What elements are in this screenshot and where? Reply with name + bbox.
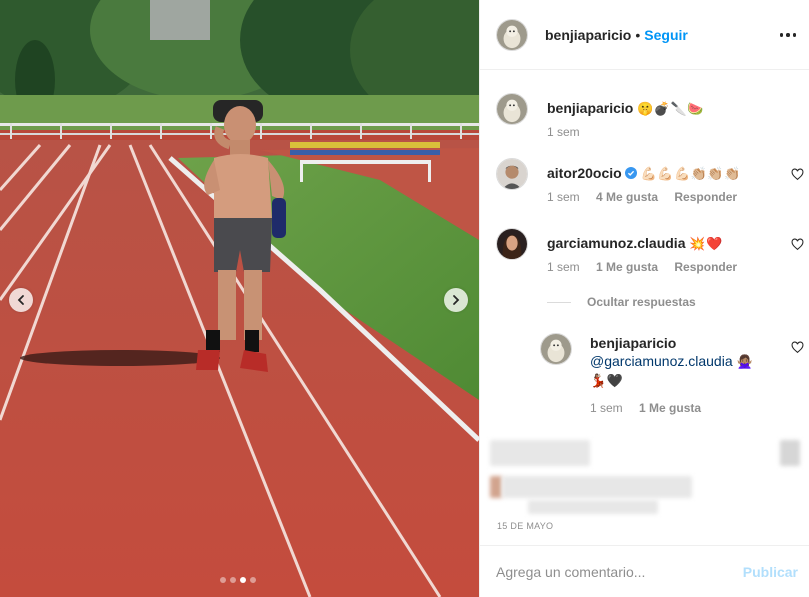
hide-replies-button[interactable]: Ocultar respuestas xyxy=(547,295,696,309)
comments-list[interactable]: benjiaparicio 🤫💣🔪🍉 1 sem aitor20ocio 💪🏻💪… xyxy=(480,71,809,431)
caption-time[interactable]: 1 sem xyxy=(547,125,580,139)
comment: aitor20ocio 💪🏻💪🏻💪🏻👏🏼👏🏼👏🏼 1 sem 4 Me gust… xyxy=(496,158,804,208)
reply-text-2: 💃🏽🖤 xyxy=(590,373,624,388)
commenter-username[interactable]: aitor20ocio xyxy=(547,165,622,181)
comment-likes[interactable]: 1 Me gusta xyxy=(596,260,658,274)
carousel-dot[interactable] xyxy=(230,577,236,583)
instagram-post-modal: benjiaparicio • Seguir benjiaparicio 🤫💣🔪… xyxy=(0,0,809,597)
chevron-left-icon xyxy=(17,295,24,305)
carousel-indicator xyxy=(220,577,256,583)
caption-text: 🤫💣🔪🍉 xyxy=(637,101,704,116)
caption-username[interactable]: benjiaparicio xyxy=(547,100,633,116)
post-side-panel: benjiaparicio • Seguir benjiaparicio 🤫💣🔪… xyxy=(479,0,809,597)
carousel-prev-button[interactable] xyxy=(9,288,33,312)
hide-replies-label: Ocultar respuestas xyxy=(587,295,696,309)
carousel-next-button[interactable] xyxy=(444,288,468,312)
comment-time[interactable]: 1 sem xyxy=(547,260,580,274)
reply-avatar[interactable] xyxy=(540,333,572,365)
commenter-avatar[interactable] xyxy=(496,228,528,260)
follow-button[interactable]: Seguir xyxy=(644,27,688,43)
replies-divider xyxy=(547,301,571,303)
heart-icon[interactable] xyxy=(791,168,804,181)
heart-icon[interactable] xyxy=(791,238,804,251)
comment-time[interactable]: 1 sem xyxy=(547,190,580,204)
post-header: benjiaparicio • Seguir xyxy=(480,0,809,70)
commenter-username[interactable]: garciamunoz.claudia xyxy=(547,235,685,251)
athlete-on-track-image xyxy=(0,0,479,597)
carousel-dot[interactable] xyxy=(250,577,256,583)
verified-icon xyxy=(624,167,637,179)
reply-likes[interactable]: 1 Me gusta xyxy=(639,401,701,415)
reply-mention[interactable]: @garciamunoz.claudia xyxy=(590,353,733,369)
reply: benjiaparicio @garciamunoz.claudia 🙅🏽‍♀️… xyxy=(540,333,804,423)
commenter-avatar[interactable] xyxy=(496,158,528,190)
comment: garciamunoz.claudia 💥❤️ 1 sem 1 Me gusta… xyxy=(496,228,804,278)
comment-composer: Publicar xyxy=(480,545,809,597)
reply-button[interactable]: Responder xyxy=(674,260,737,274)
caption: benjiaparicio 🤫💣🔪🍉 1 sem xyxy=(496,93,796,143)
author-username[interactable]: benjiaparicio xyxy=(545,27,631,43)
reply-username[interactable]: benjiaparicio xyxy=(590,335,676,351)
reply-time[interactable]: 1 sem xyxy=(590,401,623,415)
carousel-dot-active[interactable] xyxy=(240,577,246,583)
heart-icon[interactable] xyxy=(791,341,804,354)
comment-likes[interactable]: 4 Me gusta xyxy=(596,190,658,204)
chevron-right-icon xyxy=(453,295,460,305)
publish-button[interactable]: Publicar xyxy=(743,564,798,580)
author-avatar[interactable] xyxy=(496,18,528,51)
comment-text: 💥❤️ xyxy=(689,236,723,251)
post-photo[interactable] xyxy=(0,0,479,597)
reply-text: 🙅🏽‍♀️ xyxy=(736,354,754,369)
comment-text: 💪🏻💪🏻💪🏻👏🏼👏🏼👏🏼 xyxy=(640,166,741,181)
comment-input[interactable] xyxy=(496,563,743,580)
reply-button[interactable]: Responder xyxy=(674,190,737,204)
header-separator: • xyxy=(635,26,641,43)
more-options-button[interactable] xyxy=(778,25,798,45)
caption-avatar[interactable] xyxy=(496,93,528,125)
more-icon xyxy=(779,33,797,37)
carousel-dot[interactable] xyxy=(220,577,226,583)
post-date[interactable]: 15 DE MAYO xyxy=(497,521,553,531)
